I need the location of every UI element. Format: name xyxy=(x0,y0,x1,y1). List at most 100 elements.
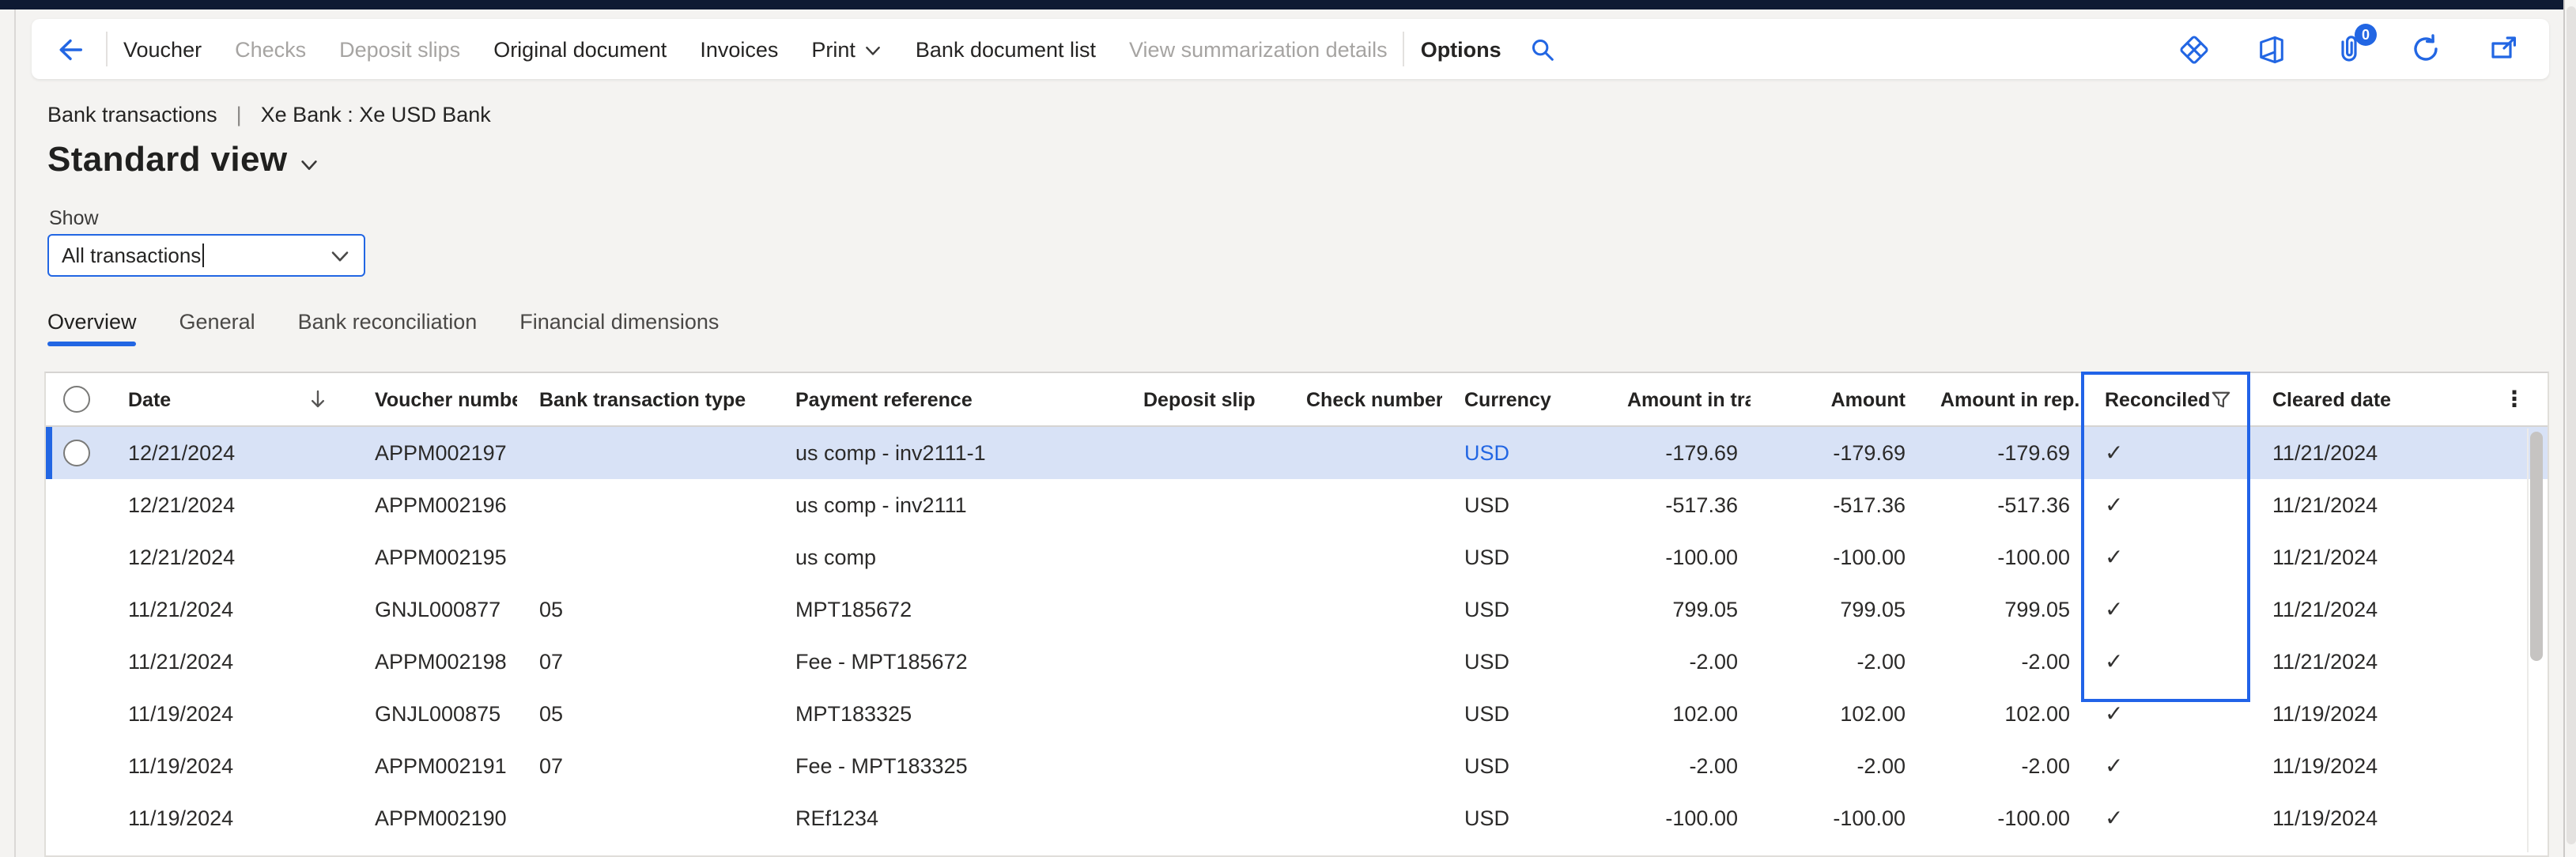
reconciled-checkmark-icon: ✓ xyxy=(2105,805,2123,832)
reconciled-checkmark-icon: ✓ xyxy=(2105,492,2123,519)
grid-vertical-scrollbar[interactable] xyxy=(2527,428,2543,852)
grid-body: 12/21/2024APPM002197us comp - inv2111-1U… xyxy=(46,427,2548,844)
column-header-payment-reference[interactable]: Payment reference xyxy=(773,388,1121,410)
combobox-chevron-button[interactable] xyxy=(329,244,351,266)
column-header-type[interactable]: Bank transaction type xyxy=(517,388,773,410)
cell-type: 07 xyxy=(517,754,773,778)
reconciled-checkmark-icon: ✓ xyxy=(2105,753,2123,780)
cell-voucher: APPM002191 xyxy=(353,754,517,778)
cell-reconciled: ✓ xyxy=(2083,492,2250,519)
search-button[interactable] xyxy=(1530,36,1557,62)
cell-amount-in-transit: -517.36 xyxy=(1605,493,1751,517)
tab-financial-dimensions[interactable]: Financial dimensions xyxy=(519,310,719,346)
back-button[interactable] xyxy=(49,28,90,70)
column-header-check-number[interactable]: Check number xyxy=(1284,388,1442,410)
grid-options-ellipsis-button[interactable]: ⋮ xyxy=(2503,386,2525,413)
cell-amount: -2.00 xyxy=(1751,650,1918,674)
cell-currency: USD xyxy=(1442,754,1605,778)
tab-general[interactable]: General xyxy=(179,310,255,346)
cell-voucher: GNJL000875 xyxy=(353,702,517,726)
table-row[interactable]: 12/21/2024APPM002195us compUSD-100.00-10… xyxy=(46,531,2548,583)
cell-voucher: GNJL000877 xyxy=(353,598,517,621)
column-header-voucher[interactable]: Voucher number xyxy=(353,388,517,410)
cell-amount-in-transit: 102.00 xyxy=(1605,702,1751,726)
cell-voucher: APPM002195 xyxy=(353,546,517,569)
column-header-deposit-slip[interactable]: Deposit slip xyxy=(1121,388,1284,410)
column-header-amount-in-reporting[interactable]: Amount in rep... xyxy=(1918,388,2083,410)
cell-cleared-date: 11/21/2024 xyxy=(2250,650,2500,674)
cell-amount-in-transit: -100.00 xyxy=(1605,806,1751,830)
sort-descending-icon xyxy=(308,389,327,410)
tab-bank-reconciliation[interactable]: Bank reconciliation xyxy=(298,310,478,346)
table-row[interactable]: 11/21/2024GNJL00087705MPT185672USD799.05… xyxy=(46,583,2548,636)
cell-voucher: APPM002196 xyxy=(353,493,517,517)
cell-currency: USD xyxy=(1442,702,1605,726)
select-all-checkbox[interactable] xyxy=(62,386,89,413)
cell-reconciled: ✓ xyxy=(2083,440,2250,466)
column-header-amount[interactable]: Amount xyxy=(1751,388,1918,410)
tab-overview[interactable]: Overview xyxy=(47,310,137,346)
cell-currency: USD xyxy=(1442,806,1605,830)
cell-payment-reference: us comp - inv2111-1 xyxy=(773,441,1121,465)
column-header-cleared-date[interactable]: Cleared date xyxy=(2250,388,2500,410)
cell-reconciled: ✓ xyxy=(2083,700,2250,727)
breadcrumb-page-link[interactable]: Bank transactions xyxy=(47,103,217,126)
options-button[interactable]: Options xyxy=(1421,37,1501,61)
chevron-down-icon xyxy=(863,41,882,60)
page-scrollbar-thumb[interactable] xyxy=(2567,6,2576,844)
column-header-reconciled[interactable]: Reconciled xyxy=(2083,388,2250,410)
cell-amount-in-transit: -2.00 xyxy=(1605,650,1751,674)
column-header-amount-in-transit[interactable]: Amount in tra... xyxy=(1605,388,1751,410)
toolbar-item-invoices[interactable]: Invoices xyxy=(700,37,778,61)
fasttab-strip: Overview General Bank reconciliation Financ… xyxy=(47,310,719,346)
table-row[interactable]: 11/19/2024APPM002190REf1234USD-100.00-10… xyxy=(46,792,2548,844)
page-scrollbar[interactable] xyxy=(2563,0,2576,857)
cell-payment-reference: us comp xyxy=(773,546,1121,569)
toolbar-item-voucher[interactable]: Voucher xyxy=(123,37,202,61)
cell-currency: USD xyxy=(1442,650,1605,674)
cell-currency: USD xyxy=(1442,441,1605,465)
reconciled-checkmark-icon: ✓ xyxy=(2105,544,2123,571)
refresh-icon[interactable] xyxy=(2408,32,2443,66)
cell-amount-in-reporting: -100.00 xyxy=(1918,806,2083,830)
show-transactions-combobox[interactable]: All transactions xyxy=(47,234,365,277)
cell-type: 05 xyxy=(517,598,773,621)
attachments-icon[interactable]: 0 xyxy=(2331,32,2366,66)
cell-amount-in-transit: -2.00 xyxy=(1605,754,1751,778)
toolbar-item-bank-document-list[interactable]: Bank document list xyxy=(916,37,1096,61)
toolbar-item-original-document[interactable]: Original document xyxy=(493,37,667,61)
cell-cleared-date: 11/19/2024 xyxy=(2250,806,2500,830)
toolbar-divider xyxy=(1403,32,1405,66)
back-arrow-icon xyxy=(55,34,85,64)
toolbar-item-print[interactable]: Print xyxy=(811,37,882,61)
page-title: Standard view xyxy=(47,139,288,180)
browser-top-strip xyxy=(0,0,2576,9)
cell-payment-reference: MPT183325 xyxy=(773,702,1121,726)
attachments-count-badge: 0 xyxy=(2355,24,2377,46)
office-app-icon[interactable] xyxy=(2253,32,2288,66)
apps-diamond-icon[interactable] xyxy=(2176,32,2211,66)
view-selector[interactable]: Standard view xyxy=(47,139,319,180)
show-field-label: Show xyxy=(49,207,99,229)
cell-amount-in-transit: 799.05 xyxy=(1605,598,1751,621)
column-header-date[interactable]: Date xyxy=(106,388,353,410)
cell-cleared-date: 11/19/2024 xyxy=(2250,754,2500,778)
table-row[interactable]: 11/19/2024APPM00219107Fee - MPT183325USD… xyxy=(46,740,2548,792)
table-row[interactable]: 12/21/2024APPM002196us comp - inv2111USD… xyxy=(46,479,2548,531)
bank-transactions-grid: DateVoucher numberBank transaction typeP… xyxy=(44,372,2549,857)
cell-reconciled: ✓ xyxy=(2083,805,2250,832)
toolbar-item-view-summarization-details: View summarization details xyxy=(1129,37,1388,61)
currency-link[interactable]: USD xyxy=(1464,441,1509,465)
table-row[interactable]: 12/21/2024APPM002197us comp - inv2111-1U… xyxy=(46,427,2548,479)
text-cursor xyxy=(202,244,204,267)
open-in-new-window-icon[interactable] xyxy=(2486,32,2521,66)
chevron-down-icon xyxy=(299,154,319,175)
cell-amount-in-reporting: -2.00 xyxy=(1918,650,2083,674)
table-row[interactable]: 11/21/2024APPM00219807Fee - MPT185672USD… xyxy=(46,636,2548,688)
grid-scrollbar-thumb[interactable] xyxy=(2530,432,2543,661)
row-select-checkbox[interactable] xyxy=(62,440,89,466)
table-row[interactable]: 11/19/2024GNJL00087505MPT183325USD102.00… xyxy=(46,688,2548,740)
column-header-currency[interactable]: Currency xyxy=(1442,388,1605,410)
filter-funnel-icon[interactable] xyxy=(2211,390,2231,409)
reconciled-checkmark-icon: ✓ xyxy=(2105,648,2123,675)
